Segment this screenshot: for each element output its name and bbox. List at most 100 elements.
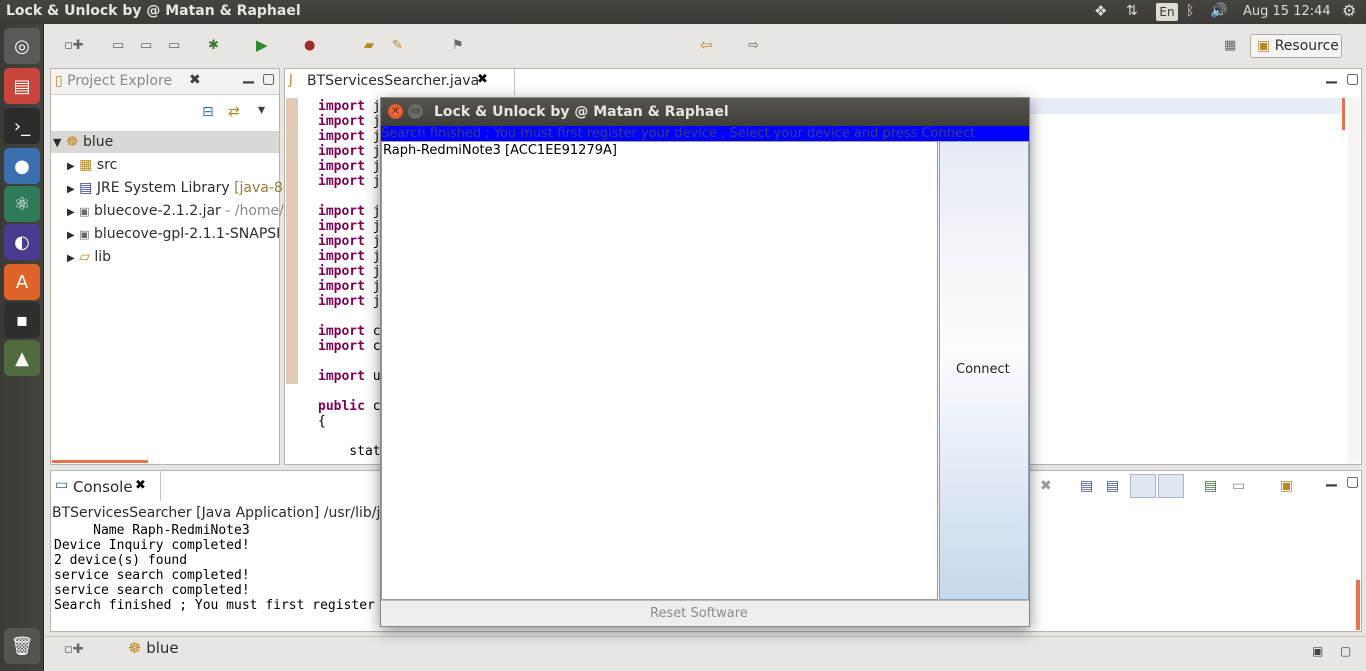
remove-launches-icon[interactable]: ✖ (1040, 478, 1052, 494)
current-line-highlight (1030, 98, 1342, 114)
restore-icon[interactable]: ▣ (1312, 644, 1323, 658)
link-with-editor-icon[interactable]: ⇄ (228, 104, 240, 120)
code-text: j (364, 219, 381, 234)
device-list[interactable]: Raph-RedmiNote3 [ACC1EE91279A] (381, 141, 938, 600)
show-on-error-button[interactable] (1158, 474, 1184, 498)
pin-console-icon[interactable]: ▤ (1204, 478, 1217, 494)
tree-item-suffix: [java-8- (234, 180, 288, 196)
scroll-lock-icon[interactable]: ▤ (1080, 478, 1093, 494)
maximize-icon[interactable]: ▢ (262, 71, 275, 87)
code-keyword: import (318, 174, 365, 189)
tree-item-lib[interactable]: ▶ ▱ lib (67, 249, 111, 265)
console-line: 2 device(s) found (54, 553, 188, 568)
close-tab-icon[interactable]: ✖ (189, 72, 201, 88)
minimize-icon[interactable]: ▁ (243, 68, 254, 84)
window-title: Lock & Unlock by @ Matan & Raphael (6, 3, 301, 19)
collapsed-arrow-icon: ▶ (67, 161, 75, 172)
code-text: j (364, 264, 381, 279)
search-tool-icon[interactable]: ✎ (392, 38, 403, 53)
tree-root[interactable]: ▼ ☸ blue (53, 134, 113, 150)
maximize-small-icon[interactable]: ▢ (1340, 644, 1351, 658)
package-folder-icon: ▦ (79, 157, 93, 173)
code-line: import j (318, 114, 381, 129)
show-on-output-button[interactable] (1130, 474, 1156, 498)
coverage-icon[interactable]: ● (304, 38, 315, 53)
save-icon[interactable]: ▭ (112, 38, 124, 53)
code-keyword: import (318, 99, 365, 114)
tree-item-bluecove[interactable]: ▶ ▣ bluecove-2.1.2.jar - /home/ (67, 203, 284, 219)
minimize-window-icon[interactable]: ▭ (408, 104, 423, 119)
code-text: j (364, 159, 381, 174)
eclipse-icon[interactable]: ◐ (4, 224, 40, 260)
progress-indicator (52, 460, 148, 463)
open-console-icon[interactable]: ▣ (1280, 478, 1293, 494)
network-icon[interactable]: ⇅ (1126, 3, 1138, 19)
code-line: import c (318, 339, 381, 354)
console-maximize-icon[interactable]: ▢ (1346, 474, 1359, 490)
console-icon: ▭ (55, 477, 69, 493)
close-tab-icon[interactable]: ✖ (477, 72, 488, 87)
library-icon: ▤ (79, 180, 93, 196)
tree-item-jre[interactable]: ▶ ▤ JRE System Library [java-8- (67, 180, 288, 196)
project-explorer-tab[interactable]: ▯ Project Explore (55, 73, 172, 89)
software-center-icon[interactable]: A (4, 264, 40, 300)
clock[interactable]: Aug 15 12:44 (1243, 4, 1331, 19)
debug-icon[interactable]: ✱ (208, 38, 219, 53)
open-perspective-icon[interactable]: ▦ (1224, 38, 1236, 53)
code-text: j (364, 129, 381, 144)
run-icon[interactable]: ▶ (256, 36, 268, 54)
atom-icon[interactable]: ⚛ (4, 186, 40, 222)
expand-arrow-icon: ▼ (53, 136, 62, 149)
open-type-icon[interactable]: ▰ (364, 38, 374, 53)
view-menu-icon[interactable]: ▾ (258, 102, 265, 118)
updater-icon[interactable]: ▲ (4, 340, 40, 376)
keyboard-layout-indicator[interactable]: En (1156, 3, 1178, 21)
forward-icon[interactable]: ⇨ (748, 38, 759, 53)
console-line: Search finished ; You must first registe… (54, 598, 375, 613)
print-icon[interactable]: ▭ (168, 38, 180, 53)
code-line: import j (318, 264, 381, 279)
chrome-icon[interactable]: ● (4, 148, 40, 184)
settings-gear-icon[interactable]: ⚙ (1342, 1, 1356, 20)
code-line: { (318, 414, 326, 429)
reset-software-button[interactable]: Reset Software (381, 600, 1029, 626)
device-list-item[interactable]: Raph-RedmiNote3 [ACC1EE91279A] (383, 143, 617, 158)
dropbox-icon[interactable]: ❖ (1094, 2, 1107, 20)
project-name: blue (82, 134, 114, 150)
new-icon[interactable]: ▫✚ (64, 38, 84, 53)
editor-minimize-icon[interactable]: ▁ (1326, 68, 1337, 84)
new-task-icon[interactable]: ▫✚ (64, 642, 84, 657)
display-console-icon[interactable]: ▭ (1232, 478, 1245, 494)
console-line: Device Inquiry completed! (54, 538, 250, 553)
trash-icon[interactable]: 🗑 (4, 628, 40, 664)
resource-perspective-button[interactable]: ▣ Resource (1250, 34, 1342, 58)
console-tab[interactable]: ▭ Console ✖ (51, 471, 161, 501)
console-minimize-icon[interactable]: ▁ (1326, 471, 1337, 487)
console-tab-label: Console (73, 478, 133, 496)
tree-item-bluecove-gpl[interactable]: ▶ ▣ bluecove-gpl-2.1.1-SNAPSH (67, 226, 279, 242)
code-keyword: public (318, 399, 365, 414)
code-keyword: import (318, 204, 365, 219)
code-line: import j (318, 159, 381, 174)
connect-button[interactable]: Connect (939, 141, 1029, 600)
editor-overview-ruler (1348, 98, 1360, 463)
save-all-icon[interactable]: ▭ (140, 38, 152, 53)
editor-tab[interactable]: J BTServicesSearcher.java ✖ (285, 69, 515, 95)
collapse-all-icon[interactable]: ⊟ (202, 104, 214, 120)
files-icon[interactable]: ▤ (4, 68, 40, 104)
dash-home-icon[interactable]: ◎ (4, 28, 40, 64)
back-icon[interactable]: ⇦ (700, 36, 713, 54)
close-tab-icon[interactable]: ✖ (135, 478, 146, 493)
java-app-icon[interactable]: ▪ (4, 302, 40, 338)
code-keyword: import (318, 114, 365, 129)
tree-item-src[interactable]: ▶ ▦ src (67, 157, 117, 173)
close-window-icon[interactable]: ✕ (388, 104, 403, 119)
bluetooth-icon[interactable]: ᛒ (1186, 3, 1194, 19)
terminal-icon[interactable]: ›_ (4, 108, 40, 144)
code-text: j (364, 99, 381, 114)
annotation-icon[interactable]: ⚑ (452, 38, 464, 53)
word-wrap-icon[interactable]: ▤ (1106, 478, 1119, 494)
code-line: import j (318, 144, 381, 159)
volume-icon[interactable]: 🔊 (1210, 3, 1227, 19)
editor-maximize-icon[interactable]: ▢ (1346, 71, 1359, 87)
